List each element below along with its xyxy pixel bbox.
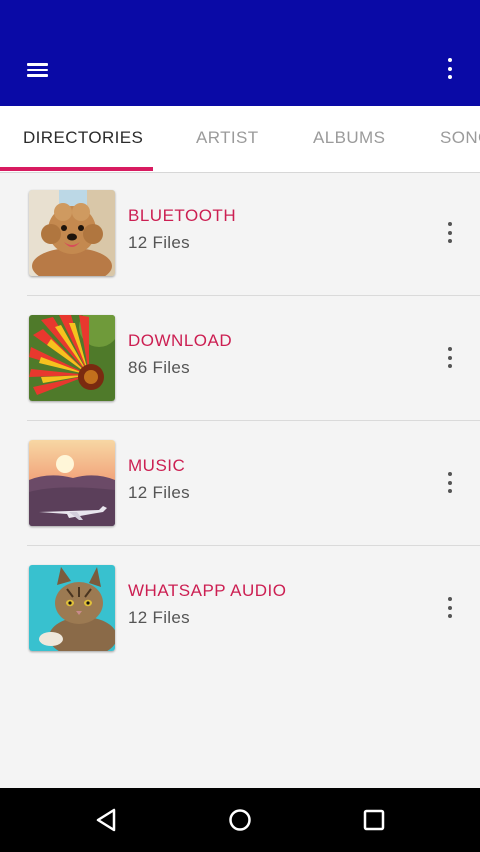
- app-bar: [0, 0, 480, 106]
- tab-songs[interactable]: SONGS: [440, 128, 480, 148]
- tab-directories[interactable]: DIRECTORIES: [23, 128, 143, 148]
- poodle-dog-photo: [29, 190, 115, 276]
- file-count: 12 Files: [128, 483, 190, 502]
- directory-name: WHATSAPP AUDIO: [128, 581, 287, 600]
- tab-bar: DIRECTORIES ARTIST ALBUMS SONGS: [0, 106, 480, 173]
- list-item[interactable]: BLUETOOTH 12 Files: [0, 172, 480, 296]
- more-vert-icon[interactable]: [438, 593, 462, 623]
- back-triangle-icon[interactable]: [92, 805, 122, 835]
- more-vert-icon[interactable]: [438, 468, 462, 498]
- file-count: 12 Files: [128, 608, 190, 627]
- system-nav-bar: [0, 788, 480, 852]
- hamburger-menu-icon[interactable]: [24, 56, 52, 82]
- directory-name: MUSIC: [128, 456, 186, 475]
- divider: [27, 420, 480, 421]
- directory-name: DOWNLOAD: [128, 331, 233, 350]
- tab-artist[interactable]: ARTIST: [196, 128, 259, 148]
- divider: [27, 295, 480, 296]
- file-count: 12 Files: [128, 233, 190, 252]
- more-vert-icon[interactable]: [438, 54, 462, 84]
- recents-square-icon[interactable]: [359, 805, 389, 835]
- more-vert-icon[interactable]: [438, 218, 462, 248]
- list-item[interactable]: DOWNLOAD 86 Files: [0, 297, 480, 421]
- tab-indicator: [0, 167, 153, 171]
- list-item[interactable]: MUSIC 12 Files: [0, 422, 480, 546]
- more-vert-icon[interactable]: [438, 343, 462, 373]
- home-circle-icon[interactable]: [225, 805, 255, 835]
- sunset-airplane-photo: [29, 440, 115, 526]
- tab-albums[interactable]: ALBUMS: [313, 128, 385, 148]
- file-count: 86 Files: [128, 358, 190, 377]
- directory-name: BLUETOOTH: [128, 206, 237, 225]
- red-yellow-flower-photo: [29, 315, 115, 401]
- divider: [27, 545, 480, 546]
- list-item[interactable]: WHATSAPP AUDIO 12 Files: [0, 547, 480, 671]
- tabby-cat-photo: [29, 565, 115, 651]
